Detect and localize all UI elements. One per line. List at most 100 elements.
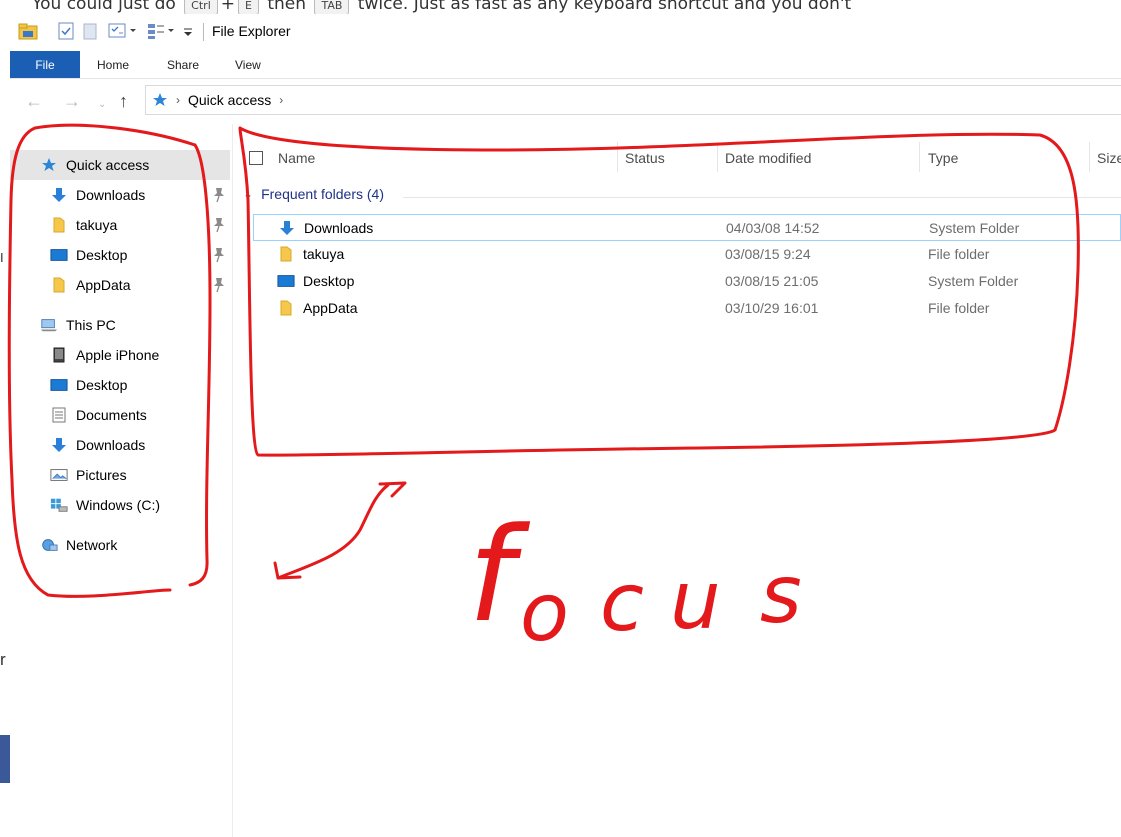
nav-pinned-appdata[interactable]: AppData	[10, 270, 230, 300]
nav-pc-downloads[interactable]: Downloads	[10, 430, 230, 460]
group-label: Frequent folders (4)	[261, 186, 385, 202]
navigation-pane: Quick access Downloads takuya Desktop Ap…	[10, 124, 233, 837]
nav-label: Downloads	[76, 187, 146, 203]
breadcrumb-chevron-icon: ›	[176, 93, 180, 107]
desktop-icon	[50, 246, 68, 264]
nav-pictures[interactable]: Pictures	[10, 460, 230, 490]
kbd-ctrl: Ctrl	[184, 0, 218, 14]
file-date: 04/03/08 14:52	[726, 220, 820, 236]
file-type: File folder	[928, 300, 990, 316]
pin-icon[interactable]	[212, 187, 226, 203]
up-arrow-icon[interactable]: ↑	[119, 92, 128, 110]
kbd-plus: +	[220, 0, 235, 14]
file-row-desktop[interactable]: Desktop 03/08/15 21:05 System Folder	[253, 268, 1121, 295]
desktop-icon	[50, 376, 68, 394]
desktop-icon	[277, 272, 295, 290]
phone-icon	[50, 346, 68, 364]
pin-icon[interactable]	[212, 217, 226, 233]
explorer-folder-icon[interactable]	[18, 22, 38, 40]
group-header-frequent-folders[interactable]: ⌄ Frequent folders (4)	[243, 186, 384, 202]
forward-arrow-icon[interactable]: →	[63, 92, 81, 110]
column-header-date-modified[interactable]: Date modified	[725, 146, 811, 170]
computer-icon	[40, 316, 58, 334]
bg-fragment-1: I	[0, 250, 4, 265]
select-all-checkbox[interactable]	[249, 151, 263, 165]
quick-access-star-icon	[152, 92, 168, 108]
title-bar: File Explorer	[10, 14, 1121, 50]
nav-pinned-downloads[interactable]: Downloads	[10, 180, 230, 210]
nav-quick-access[interactable]: Quick access	[10, 150, 230, 180]
nav-label: takuya	[76, 217, 118, 233]
document-icon	[50, 406, 68, 424]
column-header-name[interactable]: Name	[278, 146, 315, 170]
network-icon	[40, 536, 58, 554]
file-row-takuya[interactable]: takuya 03/08/15 9:24 File folder	[253, 241, 1121, 268]
address-row: ← → ⌄ ↑ › Quick access ›	[10, 78, 1121, 124]
download-arrow-icon	[278, 219, 296, 237]
back-arrow-icon[interactable]: ←	[25, 92, 43, 110]
folder-icon	[277, 245, 295, 263]
nav-pinned-takuya[interactable]: takuya	[10, 210, 230, 240]
column-header-status[interactable]: Status	[625, 146, 665, 170]
title-separator	[203, 23, 204, 41]
nav-label: Apple iPhone	[76, 347, 160, 363]
column-divider[interactable]	[717, 142, 718, 172]
column-header-size[interactable]: Size	[1097, 146, 1121, 170]
nav-label: Quick access	[66, 157, 150, 173]
folder-icon	[277, 299, 295, 317]
nav-label: Desktop	[76, 377, 128, 393]
tab-home[interactable]: Home	[97, 51, 129, 78]
nav-this-pc[interactable]: This PC	[10, 310, 230, 340]
ribbon-tabs: File Home Share View	[10, 50, 1121, 79]
file-date: 03/10/29 16:01	[725, 300, 819, 316]
pin-icon[interactable]	[212, 247, 226, 263]
breadcrumb-expand-chevron-icon[interactable]: ›	[279, 93, 283, 107]
nav-label: Windows (C:)	[76, 497, 161, 513]
tab-view[interactable]: View	[235, 51, 261, 78]
file-date: 03/08/15 21:05	[725, 273, 819, 289]
customize-toolbar-chevron-icon[interactable]	[182, 22, 194, 40]
nav-pinned-desktop[interactable]: Desktop	[10, 240, 230, 270]
nav-apple-iphone[interactable]: Apple iPhone	[10, 340, 230, 370]
properties-icon[interactable]	[58, 22, 74, 40]
address-bar[interactable]: › Quick access ›	[145, 85, 1121, 115]
new-folder-icon[interactable]	[83, 22, 97, 40]
column-divider[interactable]	[919, 142, 920, 172]
group-collapse-chevron-icon[interactable]: ⌄	[243, 187, 253, 201]
recent-locations-chevron-icon[interactable]: ⌄	[98, 96, 106, 114]
quick-access-star-icon	[40, 156, 58, 174]
nav-label: Network	[66, 537, 118, 553]
nav-label: Downloads	[76, 437, 146, 453]
tab-share[interactable]: Share	[167, 51, 199, 78]
nav-network[interactable]: Network	[10, 530, 230, 560]
nav-windows-c[interactable]: Windows (C:)	[10, 490, 230, 520]
file-row-appdata[interactable]: AppData 03/10/29 16:01 File folder	[253, 295, 1121, 322]
kbd-e: E	[238, 0, 259, 14]
download-arrow-icon	[50, 436, 68, 454]
nav-label: This PC	[66, 317, 116, 333]
column-divider[interactable]	[1089, 142, 1090, 172]
column-divider[interactable]	[617, 142, 618, 172]
bg-text-before: You could just do	[32, 0, 176, 14]
drive-icon	[50, 496, 68, 514]
nav-documents[interactable]: Documents	[10, 400, 230, 430]
view-options-icon[interactable]	[147, 22, 177, 40]
breadcrumb-quick-access[interactable]: Quick access	[188, 92, 271, 108]
group-divider	[403, 197, 1121, 198]
pin-icon[interactable]	[212, 277, 226, 293]
file-name: AppData	[303, 300, 358, 316]
select-all-icon[interactable]	[108, 22, 138, 40]
pictures-icon	[50, 466, 68, 484]
column-header-type[interactable]: Type	[928, 146, 958, 170]
tab-file[interactable]: File	[10, 51, 80, 78]
file-row-downloads[interactable]: Downloads 04/03/08 14:52 System Folder	[253, 214, 1121, 241]
nav-label: AppData	[76, 277, 131, 293]
file-name: takuya	[303, 246, 345, 262]
nav-pc-desktop[interactable]: Desktop	[10, 370, 230, 400]
file-type: System Folder	[929, 220, 1020, 236]
background-text: You could just do Ctrl + E then TAB twice.…	[32, 0, 851, 14]
file-name: Desktop	[303, 273, 355, 289]
file-explorer-window: File Explorer File Home Share View ← → ⌄…	[10, 14, 1121, 837]
nav-label: Pictures	[76, 467, 127, 483]
bg-blue-bar	[0, 735, 10, 783]
